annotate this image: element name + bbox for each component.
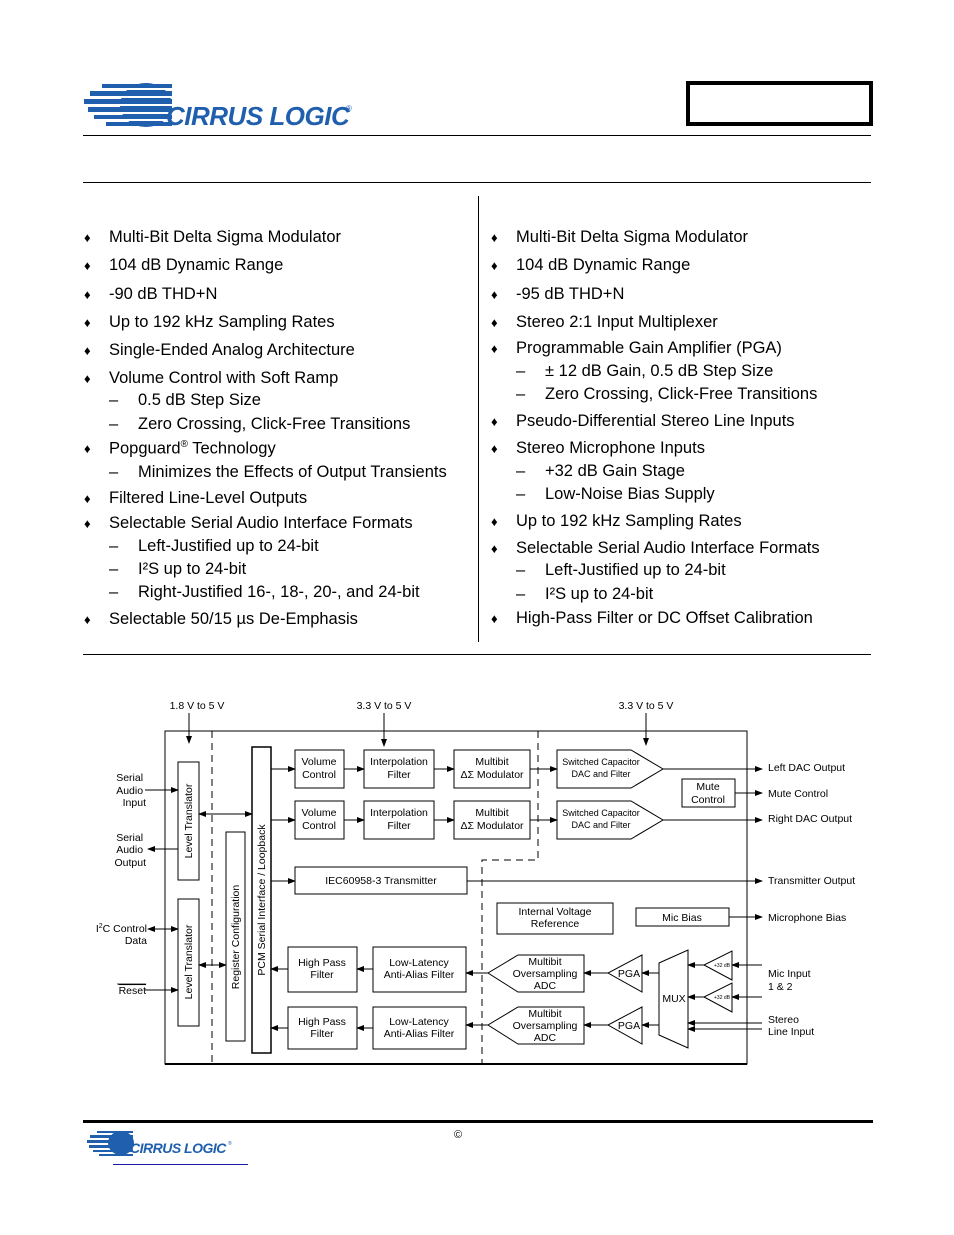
microphone-bias-label: Microphone Bias [768, 912, 846, 924]
right-dac-output-label: Right DAC Output [768, 813, 852, 825]
multibit-modulator-label: Multibit ΔΣ Modulator [460, 807, 524, 832]
pcm-serial-interface-label: PCM Serial Interface / Loopback [256, 824, 268, 976]
multibit-modulator-label: Multibit ΔΣ Modulator [460, 756, 524, 781]
mic-input-label: Mic Input 1 & 2 [768, 968, 811, 993]
left-dac-output-label: Left DAC Output [768, 762, 845, 774]
footer-rule [83, 1120, 873, 1123]
interpolation-filter-label: Interpolation Filter [370, 807, 428, 832]
reset-label: Reset [119, 985, 147, 997]
pga-label: PGA [618, 968, 640, 980]
volume-control-label: Volume Control [301, 756, 336, 781]
footer-logo: CIRRUS LOGIC ® [87, 1130, 247, 1158]
high-pass-filter-label: High Pass Filter [298, 1016, 346, 1040]
oversampling-adc-label: Multibit Oversampling ADC [513, 1008, 578, 1044]
switched-cap-dac-label: Switched Capacitor DAC and Filter [562, 808, 640, 830]
register-configuration-label: Register Configuration [230, 885, 242, 990]
mic-bias-label: Mic Bias [662, 912, 702, 924]
i2c-control-label: I2C Control [96, 923, 147, 935]
footer-logo-registered-mark: ® [228, 1141, 232, 1147]
mic-gain-label: +32 dB [714, 995, 731, 1001]
transmitter-output-label: Transmitter Output [768, 875, 855, 887]
block-diagram: 1.8 V to 5 V 3.3 V to 5 V 3.3 V to 5 V S… [96, 700, 855, 1065]
mux-label: MUX [662, 993, 685, 1005]
serial-audio-output-label: Serial Audio Output [114, 832, 146, 869]
iec-transmitter-label: IEC60958-3 Transmitter [325, 875, 437, 887]
mic-gain-label: +32 dB [714, 963, 731, 969]
i2c-data-label: Data [125, 935, 147, 947]
internal-vref-label: Internal Voltage Reference [519, 906, 592, 930]
supply-label-analog: 3.3 V to 5 V [619, 700, 674, 712]
supply-label-digital: 1.8 V to 5 V [170, 700, 225, 712]
mute-control-output-label: Mute Control [768, 788, 828, 800]
footer-link-rule [113, 1164, 248, 1165]
high-pass-filter-label: High Pass Filter [298, 957, 346, 981]
switched-cap-dac-label: Switched Capacitor DAC and Filter [562, 757, 640, 779]
oversampling-adc-label: Multibit Oversampling ADC [513, 956, 578, 992]
interpolation-filter-label: Interpolation Filter [370, 756, 428, 781]
supply-label-core: 3.3 V to 5 V [357, 700, 412, 712]
anti-alias-filter-label: Low-Latency Anti-Alias Filter [384, 1016, 455, 1040]
pga-label: PGA [618, 1020, 640, 1032]
serial-audio-input-label: Serial Audio Input [116, 772, 146, 809]
line-input-label: Stereo Line Input [768, 1014, 814, 1038]
copyright-symbol: © [454, 1129, 463, 1141]
level-translator-bottom-label: Level Translator [183, 924, 195, 999]
footer-logo-text: CIRRUS LOGIC [130, 1140, 226, 1156]
level-translator-top-label: Level Translator [183, 783, 195, 858]
mute-control-label: Mute Control [691, 781, 725, 806]
anti-alias-filter-label: Low-Latency Anti-Alias Filter [384, 957, 455, 981]
volume-control-label: Volume Control [301, 807, 336, 832]
